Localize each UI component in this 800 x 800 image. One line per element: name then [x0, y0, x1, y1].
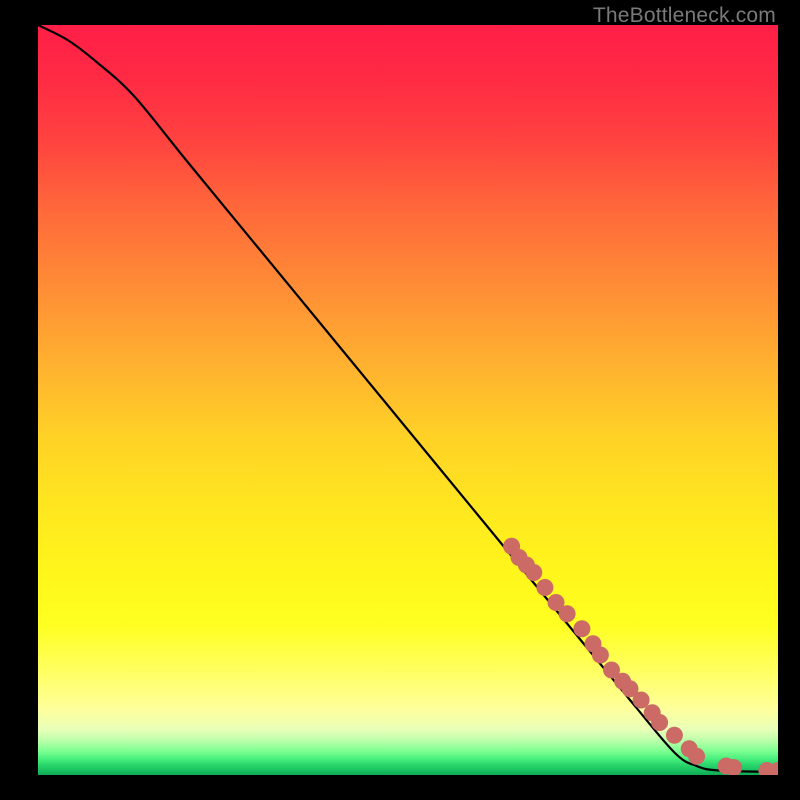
data-marker: [666, 727, 683, 744]
chart-overlay: [38, 25, 778, 775]
data-marker: [592, 647, 609, 664]
data-marker: [536, 579, 553, 596]
data-marker: [633, 692, 650, 709]
data-marker: [688, 748, 705, 765]
data-marker: [559, 605, 576, 622]
data-marker: [573, 620, 590, 637]
data-marker: [651, 714, 668, 731]
chart-stage: TheBottleneck.com: [0, 0, 800, 800]
plot-area: [38, 25, 778, 775]
data-marker: [525, 564, 542, 581]
marker-group: [503, 538, 778, 775]
bottleneck-curve: [38, 25, 778, 772]
